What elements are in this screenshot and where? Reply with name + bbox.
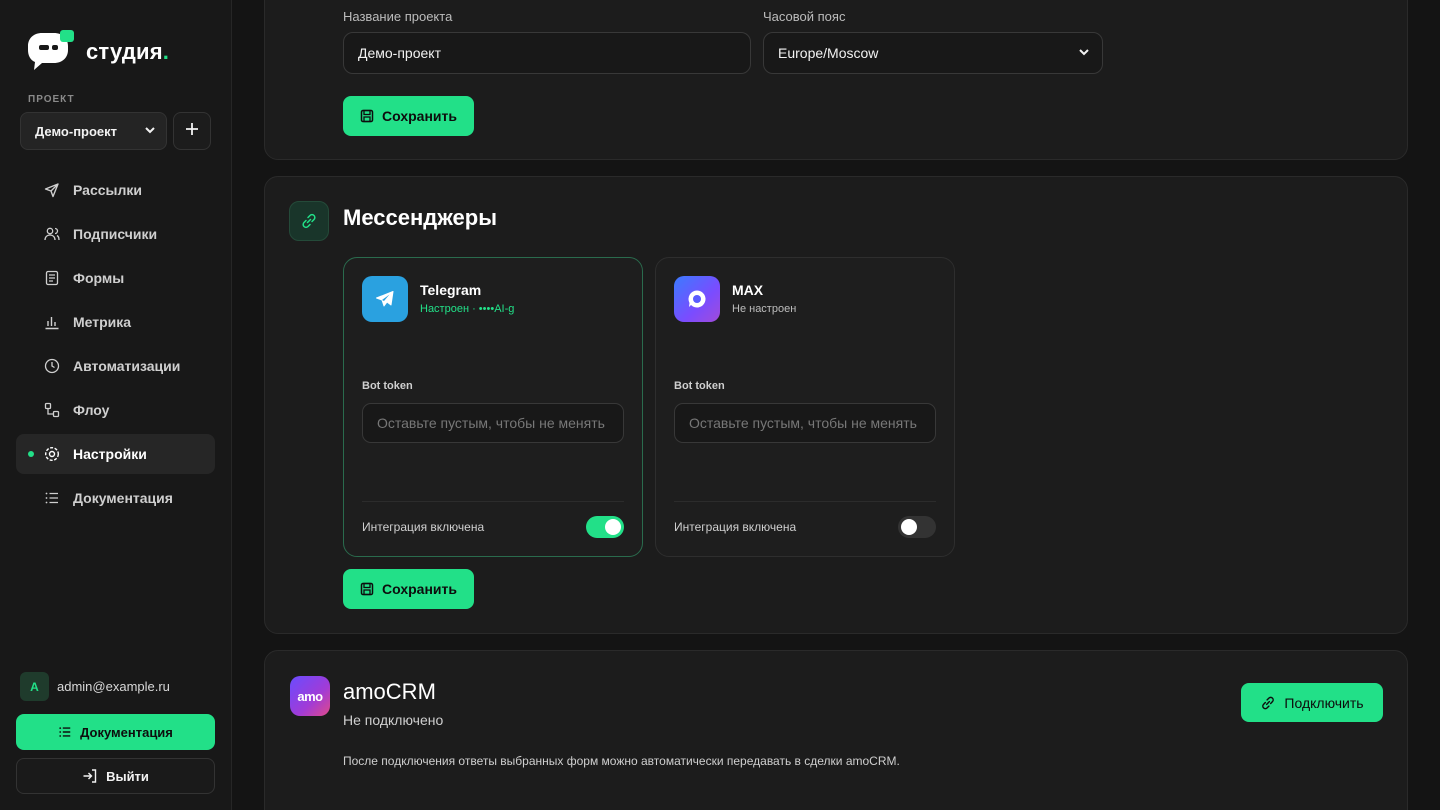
form-icon [44, 270, 60, 286]
sidebar-nav: Рассылки Подписчики Формы Метрика Автома… [16, 170, 215, 522]
project-select[interactable]: Демо-проект [20, 112, 167, 150]
logout-icon [82, 768, 98, 784]
sidebar-item-label: Формы [73, 270, 125, 286]
messengers-card: Мессенджеры Telegram Настроен · ••••AI-g… [264, 176, 1408, 634]
project-name-input[interactable]: Демо-проект [343, 32, 751, 74]
telegram-token-label: Bot token [362, 380, 413, 392]
brand-name: студия. [86, 39, 170, 64]
telegram-integration-toggle[interactable] [586, 516, 624, 538]
max-status: Не настроен [732, 303, 797, 315]
telegram-status: Настроен · ••••AI-g [420, 303, 515, 315]
telegram-token-input[interactable]: Оставьте пустым, чтобы не менять [362, 403, 624, 443]
chevron-down-icon [144, 124, 156, 139]
toggle-knob [605, 519, 621, 535]
sidebar-item-label: Подписчики [73, 226, 158, 242]
divider [674, 501, 936, 502]
documentation-button[interactable]: Документация [16, 714, 215, 750]
project-name-value: Демо-проект [358, 45, 441, 61]
sidebar-item-label: Рассылки [73, 182, 142, 198]
sidebar-item-subscribers[interactable]: Подписчики [16, 214, 215, 254]
max-token-placeholder: Оставьте пустым, чтобы не менять [689, 415, 917, 431]
telegram-name: Telegram [420, 282, 482, 298]
timezone-select[interactable]: Europe/Moscow [763, 32, 1103, 74]
amocrm-description: После подключения ответы выбранных форм … [343, 754, 900, 768]
amocrm-status: Не подключено [343, 712, 444, 728]
settings-icon [44, 446, 60, 462]
max-integration-toggle[interactable] [898, 516, 936, 538]
chevron-down-icon [1078, 45, 1090, 61]
users-icon [44, 226, 60, 242]
sidebar-item-label: Флоу [73, 402, 110, 418]
connect-amocrm-label: Подключить [1284, 694, 1364, 711]
telegram-card: Telegram Настроен · ••••AI-g Bot token О… [343, 257, 643, 557]
sidebar-item-settings[interactable]: Настройки [16, 434, 215, 474]
amocrm-title: amoCRM [343, 679, 436, 704]
brand-logo[interactable]: студия. [26, 30, 169, 74]
toggle-knob [901, 519, 917, 535]
user-profile[interactable]: A admin@example.ru [20, 672, 170, 701]
project-select-value: Демо-проект [35, 123, 118, 139]
flow-icon [44, 402, 60, 418]
clock-icon [44, 358, 60, 374]
list-icon [44, 490, 60, 506]
max-icon [674, 276, 720, 322]
sidebar-item-mailings[interactable]: Рассылки [16, 170, 215, 210]
save-messengers-button[interactable]: Сохранить [343, 569, 474, 609]
active-indicator [28, 451, 34, 457]
timezone-value: Europe/Moscow [778, 45, 879, 61]
user-email: admin@example.ru [57, 679, 170, 694]
sidebar-item-label: Метрика [73, 314, 132, 330]
sidebar-item-flow[interactable]: Флоу [16, 390, 215, 430]
divider [362, 501, 624, 502]
link-icon [1260, 695, 1276, 711]
save-messengers-label: Сохранить [382, 581, 457, 597]
max-card: MAX Не настроен Bot token Оставьте пусты… [655, 257, 955, 557]
chat-logo-icon [26, 30, 76, 74]
sidebar-item-metrics[interactable]: Метрика [16, 302, 215, 342]
max-token-input[interactable]: Оставьте пустым, чтобы не менять [674, 403, 936, 443]
add-project-button[interactable] [173, 112, 211, 150]
sidebar-item-label: Настройки [73, 446, 147, 462]
sidebar: студия. ПРОЕКТ Демо-проект Рассылки Подп… [0, 0, 232, 810]
sidebar-item-automations[interactable]: Автоматизации [16, 346, 215, 386]
max-toggle-label: Интеграция включена [674, 520, 797, 534]
sidebar-item-label: Автоматизации [73, 358, 181, 374]
project-label: ПРОЕКТ [28, 94, 75, 105]
amocrm-logo-icon: amo [290, 676, 330, 716]
documentation-button-label: Документация [80, 724, 173, 740]
project-settings-card: Название проекта Демо-проект Часовой поя… [264, 0, 1408, 160]
telegram-icon [362, 276, 408, 322]
logout-button-label: Выйти [106, 768, 149, 784]
sidebar-item-forms[interactable]: Формы [16, 258, 215, 298]
logout-button[interactable]: Выйти [16, 758, 215, 794]
messengers-title: Мессенджеры [343, 205, 497, 230]
save-icon [360, 582, 374, 596]
chart-icon [44, 314, 60, 330]
amocrm-card: amo amoCRM Не подключено После подключен… [264, 650, 1408, 810]
amocrm-logo-text: amo [297, 688, 323, 704]
telegram-toggle-label: Интеграция включена [362, 520, 485, 534]
send-icon [44, 182, 60, 198]
save-icon [360, 109, 374, 123]
plus-icon [185, 122, 199, 141]
list-icon [58, 725, 72, 739]
save-project-button[interactable]: Сохранить [343, 96, 474, 136]
project-name-label: Название проекта [343, 9, 453, 24]
avatar: A [20, 672, 49, 701]
telegram-token-placeholder: Оставьте пустым, чтобы не менять [377, 415, 605, 431]
link-icon [289, 201, 329, 241]
connect-amocrm-button[interactable]: Подключить [1241, 683, 1383, 722]
max-token-label: Bot token [674, 380, 725, 392]
max-name: MAX [732, 282, 764, 298]
sidebar-item-docs[interactable]: Документация [16, 478, 215, 518]
save-project-label: Сохранить [382, 108, 457, 124]
timezone-label: Часовой пояс [763, 9, 846, 24]
sidebar-item-label: Документация [73, 490, 173, 506]
